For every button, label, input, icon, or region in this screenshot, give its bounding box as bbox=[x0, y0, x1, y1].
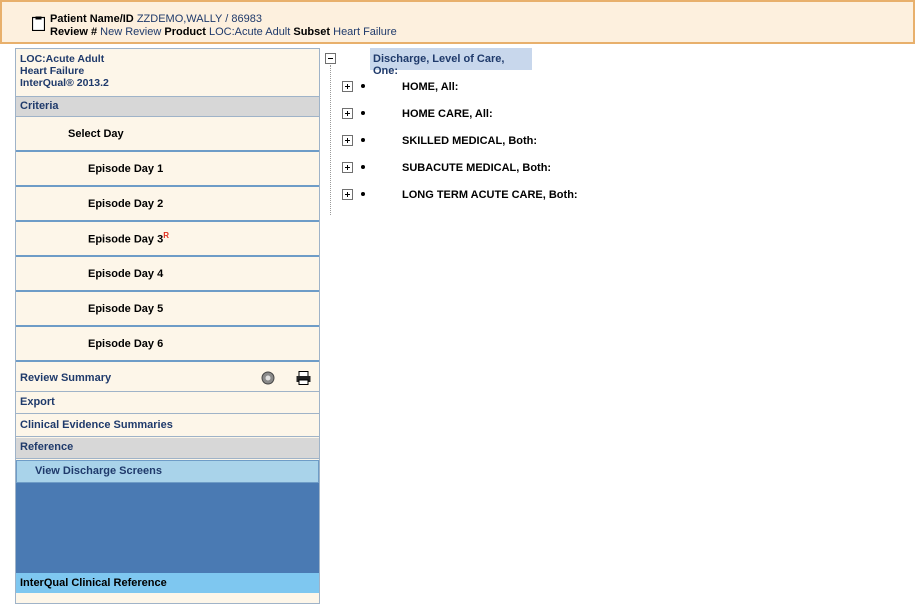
sidebar: LOC:Acute Adult Heart Failure InterQual®… bbox=[15, 48, 320, 604]
tree-node-label: HOME CARE, All: bbox=[402, 108, 493, 120]
tree-node[interactable]: SKILLED MEDICAL, Both: bbox=[342, 134, 742, 150]
episode-day-4[interactable]: Episode Day 4 bbox=[16, 257, 319, 292]
gear-icon[interactable] bbox=[261, 371, 275, 385]
tree-node[interactable]: SUBACUTE MEDICAL, Both: bbox=[342, 161, 742, 177]
day-label: Episode Day 5 bbox=[88, 302, 164, 315]
tree-node[interactable]: HOME, All: bbox=[342, 80, 742, 96]
day-label: Episode Day 4 bbox=[88, 267, 164, 280]
tree-node-label: HOME, All: bbox=[402, 81, 459, 93]
reference-header: Reference bbox=[16, 438, 319, 459]
episode-day-5[interactable]: Episode Day 5 bbox=[16, 292, 319, 327]
expand-icon[interactable] bbox=[342, 162, 353, 173]
review-value: New Review bbox=[100, 26, 162, 38]
tree-connector bbox=[330, 65, 331, 215]
patient-header: Patient Name/ID ZZDEMO,WALLY / 86983 Rev… bbox=[0, 0, 915, 44]
loc-subset: Heart Failure bbox=[20, 65, 85, 77]
bullet-icon bbox=[361, 111, 365, 115]
patient-label: Patient Name/ID bbox=[50, 13, 134, 25]
expand-icon[interactable] bbox=[342, 108, 353, 119]
bullet-icon bbox=[361, 165, 365, 169]
sidebar-footer bbox=[16, 593, 319, 603]
clipboard-icon bbox=[32, 16, 45, 31]
day-label: Episode Day 2 bbox=[88, 197, 164, 210]
tree-node[interactable]: HOME CARE, All: bbox=[342, 107, 742, 123]
bullet-icon bbox=[361, 192, 365, 196]
criteria-header: Criteria bbox=[16, 97, 319, 117]
bullet-icon bbox=[361, 84, 365, 88]
review-summary-item[interactable]: Review Summary bbox=[16, 366, 319, 392]
expand-icon[interactable] bbox=[342, 81, 353, 92]
interqual-clinical-reference[interactable]: InterQual Clinical Reference bbox=[16, 573, 319, 593]
patient-value: ZZDEMO,WALLY / 86983 bbox=[136, 13, 262, 25]
episode-day-2[interactable]: Episode Day 2 bbox=[16, 187, 319, 222]
printer-icon[interactable] bbox=[296, 371, 311, 385]
loc-info: LOC:Acute Adult Heart Failure InterQual®… bbox=[16, 49, 319, 97]
expand-icon[interactable] bbox=[342, 135, 353, 146]
episode-day-1[interactable]: Episode Day 1 bbox=[16, 152, 319, 187]
episode-day-3[interactable]: Episode Day 3R bbox=[16, 222, 319, 257]
product-value: LOC:Acute Adult bbox=[208, 26, 291, 38]
clinical-evidence-item[interactable]: Clinical Evidence Summaries bbox=[16, 415, 319, 437]
collapse-icon[interactable] bbox=[325, 53, 336, 64]
criteria-tree: Discharge, Level of Care, One: HOME, All… bbox=[322, 48, 915, 604]
episode-day-6[interactable]: Episode Day 6 bbox=[16, 327, 319, 362]
view-discharge-screens[interactable]: View Discharge Screens bbox=[16, 460, 319, 483]
review-summary-label: Review Summary bbox=[20, 372, 112, 384]
expand-icon[interactable] bbox=[342, 189, 353, 200]
tree-node-label: SKILLED MEDICAL, Both: bbox=[402, 135, 538, 147]
patient-row: Patient Name/ID ZZDEMO,WALLY / 86983 bbox=[50, 13, 262, 25]
review-row: Review # New Review Product LOC:Acute Ad… bbox=[50, 26, 397, 38]
loc-product: LOC:Acute Adult bbox=[20, 53, 105, 65]
tree-node[interactable]: LONG TERM ACUTE CARE, Both: bbox=[342, 188, 742, 204]
tree-node-label: SUBACUTE MEDICAL, Both: bbox=[402, 162, 552, 174]
select-day-item[interactable]: Select Day bbox=[16, 117, 319, 152]
day-label: Select Day bbox=[68, 127, 124, 140]
product-label: Product bbox=[164, 26, 206, 38]
day-label: Episode Day 3 bbox=[88, 233, 164, 246]
review-label: Review # bbox=[50, 26, 98, 38]
subset-label: Subset bbox=[293, 26, 331, 38]
bullet-icon bbox=[361, 138, 365, 142]
tree-root-label[interactable]: Discharge, Level of Care, One: bbox=[370, 48, 532, 77]
day-label-wrap: Episode Day 3R bbox=[88, 231, 169, 246]
export-item[interactable]: Export bbox=[16, 392, 319, 414]
review-marker: R bbox=[163, 231, 169, 241]
subset-value: Heart Failure bbox=[333, 26, 397, 38]
tree-node-label: LONG TERM ACUTE CARE, Both: bbox=[402, 189, 578, 201]
day-label: Episode Day 1 bbox=[88, 162, 164, 175]
loc-version: InterQual® 2013.2 bbox=[20, 77, 109, 89]
day-label: Episode Day 6 bbox=[88, 337, 164, 350]
